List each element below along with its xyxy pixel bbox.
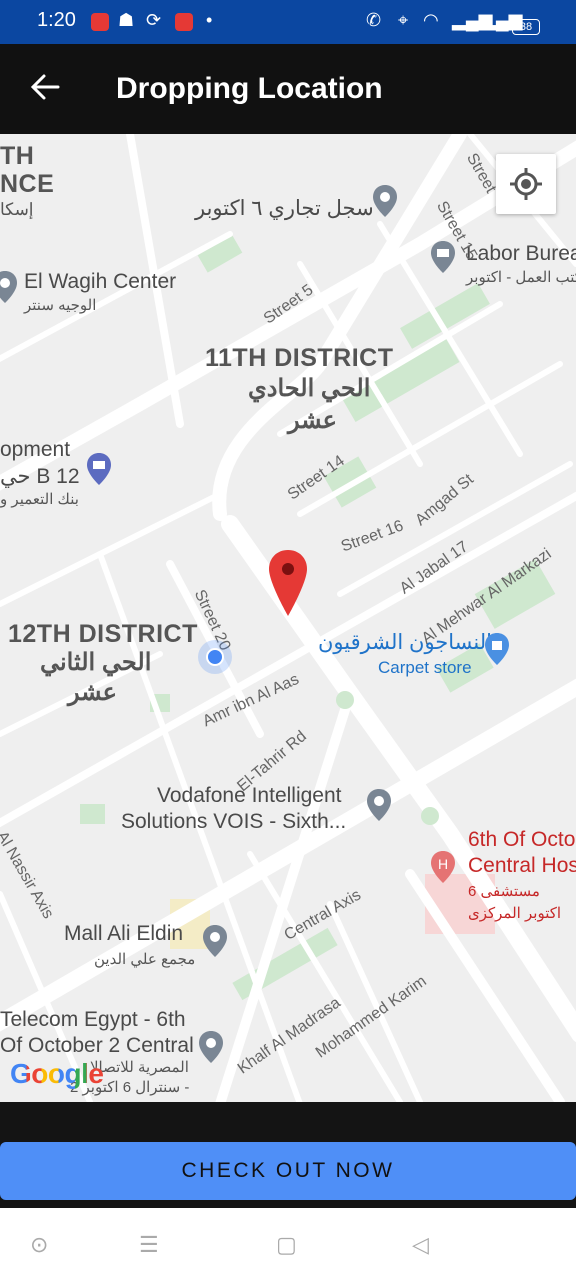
map-label-vodafone-2: Solutions VOIS - Sixth... xyxy=(121,810,347,833)
video-notification-icon xyxy=(175,13,193,31)
map-label-commercial-registry: سجل تجاري ٦ اكتوبر xyxy=(195,197,374,220)
map-label-labor-bureau: Labor Burea xyxy=(466,242,576,265)
checkout-button[interactable]: CHECK OUT NOW xyxy=(0,1142,576,1200)
government-pin-icon xyxy=(431,241,455,273)
bank-pin-icon xyxy=(87,453,111,485)
place-pin-icon xyxy=(373,185,397,217)
map-label-top-left-1: TH xyxy=(0,142,35,170)
sync-notification-icon: ⟳ xyxy=(146,10,162,30)
place-pin-icon xyxy=(367,789,391,821)
map-label-hospital-ar1: مستشفى 6 xyxy=(468,883,540,900)
map-label-hospital-ar2: اكتوبر المركزى xyxy=(468,905,562,922)
map-label-el-wagih: El Wagih Center xyxy=(24,270,177,293)
map-label-telecom-ar1: المصرية للاتصالا xyxy=(90,1059,189,1076)
map-label-top-left-ar: إسكا xyxy=(0,200,34,219)
game-notification-icon: ☗ xyxy=(118,10,135,30)
place-pin-icon xyxy=(199,1031,223,1063)
current-location-icon xyxy=(206,648,224,666)
page-title: Dropping Location xyxy=(116,72,383,105)
map-view[interactable]: TH NCE إسكا سجل تجاري ٦ اكتوبر Labor Bur… xyxy=(0,134,576,1102)
map-label-top-left-2: NCE xyxy=(0,170,55,198)
map-label-telecom-1: Telecom Egypt - 6th xyxy=(0,1008,186,1031)
wifi-icon: ◠ xyxy=(423,10,439,30)
more-notifications-icon: • xyxy=(206,10,213,30)
home-icon[interactable]: ▢ xyxy=(276,1232,297,1258)
map-label-district-12-ar: الحي الثاني xyxy=(40,649,152,676)
status-time: 1:20 xyxy=(37,9,76,31)
location-icon: ⌖ xyxy=(398,10,409,30)
assistant-icon[interactable]: ⊙ xyxy=(30,1232,48,1258)
status-bar: 1:20 ☗ ⟳ • ✆ ⌖ ◠ ▂▄▆ ▂▄▆ 38 xyxy=(0,0,576,44)
battery-icon: 38 xyxy=(512,19,540,35)
hospital-pin-icon: H xyxy=(431,851,455,883)
my-location-button[interactable] xyxy=(496,154,556,214)
map-label-district-11-ar: الحي الحادي xyxy=(248,375,371,402)
back-arrow-icon[interactable] xyxy=(28,70,62,104)
map-label-telecom-2: Of October 2 Central xyxy=(0,1034,194,1057)
map-label-hospital-1: 6th Of Octo xyxy=(468,828,576,851)
map-label-carpet-ar: النساجون الشرقيون xyxy=(318,631,492,654)
app-bar: Dropping Location xyxy=(0,44,576,134)
map-label-labor-bureau-ar: مكتب العمل - اكتوبر xyxy=(466,269,576,286)
map-label-district-12: 12TH DISTRICT xyxy=(8,620,198,648)
map-label-carpet-store: Carpet store xyxy=(378,658,472,677)
google-logo: Google xyxy=(10,1058,104,1089)
map-label-development-ar: بنك التعمير و xyxy=(0,491,79,508)
system-nav-bar: ⊙ ☰ ▢ ◁ xyxy=(0,1208,576,1280)
map-label-district-12-ar-2: عشر xyxy=(68,679,117,706)
shopping-pin-icon xyxy=(485,633,509,665)
svg-text:H: H xyxy=(438,856,448,872)
back-nav-icon[interactable]: ◁ xyxy=(412,1232,429,1258)
map-label-hospital-2: Central Hos xyxy=(468,854,576,877)
map-label-district-11: 11TH DISTRICT xyxy=(205,344,394,372)
current-location-dot xyxy=(198,640,232,674)
place-pin-icon xyxy=(0,271,17,303)
vibrate-icon: ✆ xyxy=(366,10,382,30)
crosshair-icon xyxy=(510,168,542,200)
place-pin-icon xyxy=(203,925,227,957)
drop-location-marker-icon[interactable] xyxy=(268,549,308,617)
map-label-el-wagih-ar: الوجيه سنتر xyxy=(24,297,97,314)
map-label-mall: Mall Ali Eldin xyxy=(64,922,184,945)
map-label-development: opment xyxy=(0,438,71,461)
map-label-development-2: حي B 12 xyxy=(0,465,80,488)
recents-icon[interactable]: ☰ xyxy=(139,1232,159,1258)
map-label-mall-ar: مجمع علي الدين xyxy=(94,951,196,968)
music-notification-icon xyxy=(91,13,109,31)
map-label-district-11-ar-2: عشر xyxy=(288,407,337,434)
